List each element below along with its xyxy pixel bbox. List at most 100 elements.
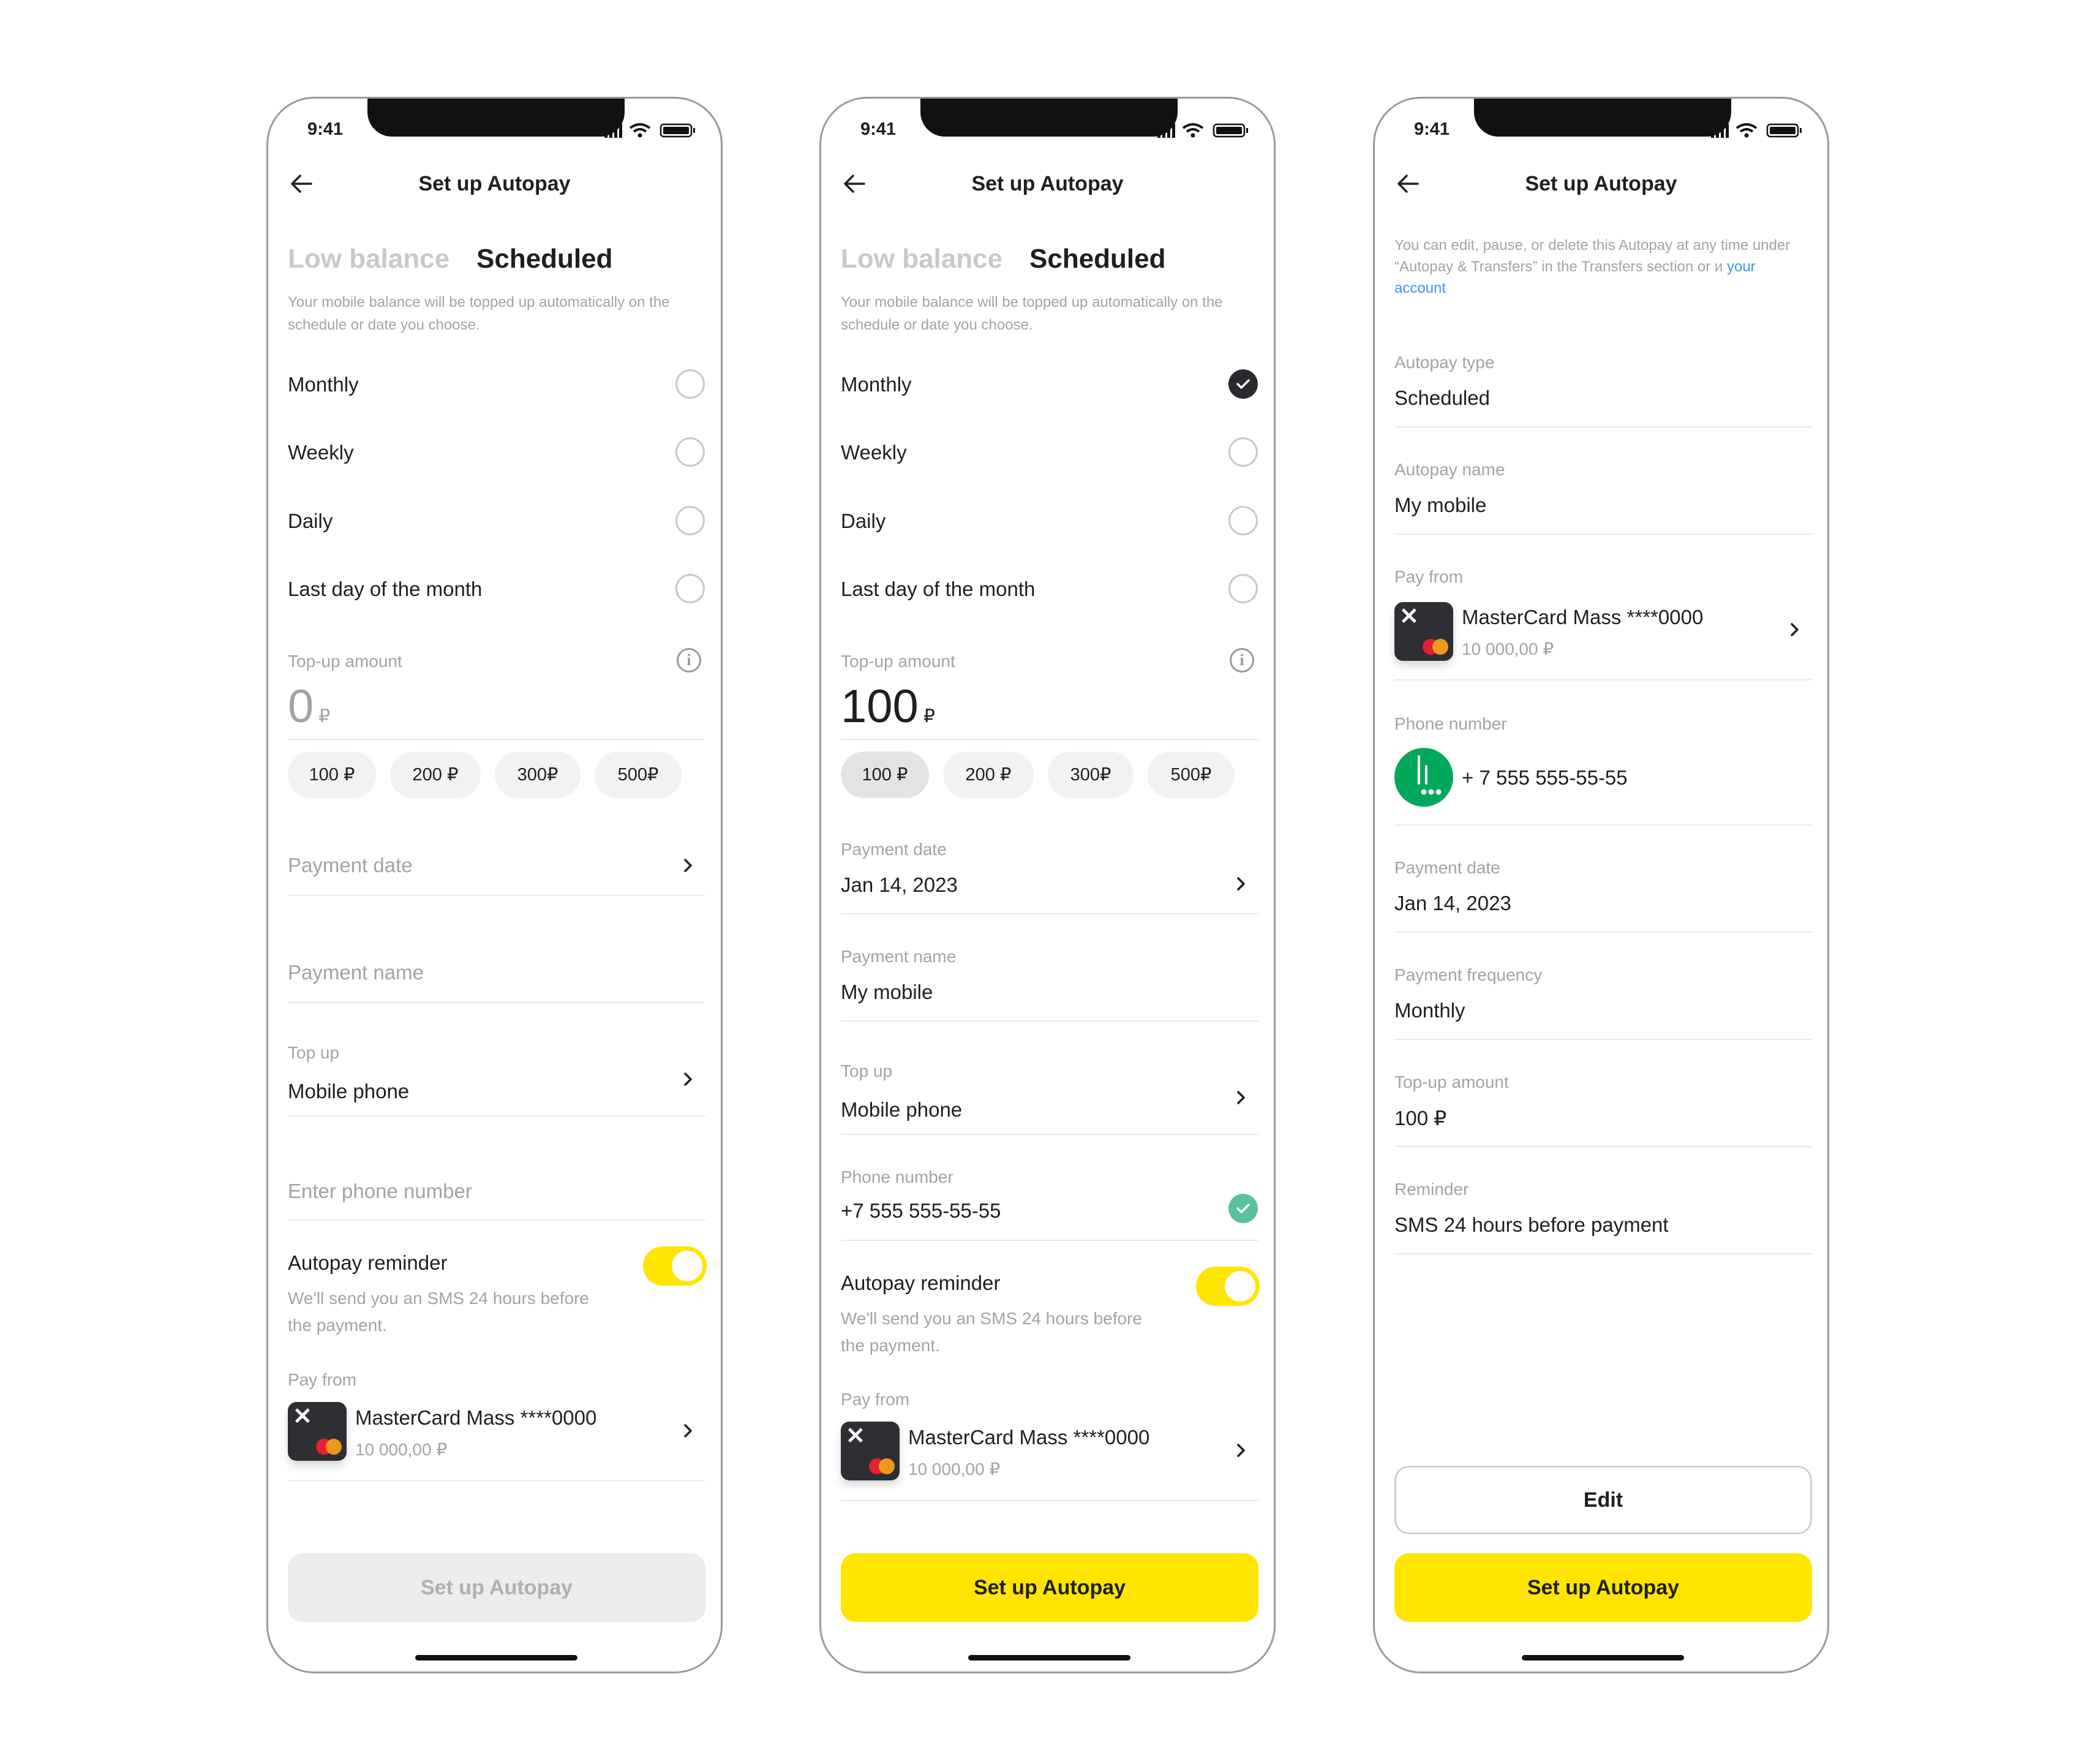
chip-500[interactable]: 500₽ [1148, 752, 1235, 798]
chip-500[interactable]: 500₽ [595, 752, 682, 798]
radio-last-day[interactable] [1228, 574, 1258, 603]
card-name[interactable]: MasterCard Mass ****0000 [355, 1406, 596, 1430]
phone-number-label: Phone number [1394, 714, 1507, 733]
checkmark-icon [1236, 379, 1250, 389]
payment-date-label: Payment date [841, 840, 947, 859]
status-icons [1711, 123, 1802, 138]
amount-input[interactable]: 100 ₽ [841, 684, 935, 740]
home-indicator [1522, 1655, 1684, 1660]
option-daily[interactable]: Daily [841, 510, 886, 533]
chevron-right-icon[interactable] [679, 1422, 697, 1440]
divider [1394, 1039, 1812, 1040]
status-time: 9:41 [1414, 119, 1450, 139]
chip-100[interactable]: 100 ₽ [288, 752, 376, 798]
reminder-toggle[interactable] [643, 1246, 707, 1286]
tab-description: Your mobile balance will be topped up au… [841, 294, 1223, 333]
chevron-right-icon[interactable] [1232, 1088, 1250, 1107]
radio-monthly-checked[interactable] [1228, 369, 1258, 399]
chip-200[interactable]: 200 ₽ [943, 752, 1034, 798]
chevron-right-icon[interactable] [1785, 620, 1803, 639]
phone-number-value[interactable]: +7 555 555-55-55 [841, 1199, 1001, 1223]
divider [841, 1134, 1258, 1135]
card-name[interactable]: MasterCard Mass ****0000 [908, 1426, 1149, 1449]
autopay-reminder-label: Autopay reminder [288, 1251, 448, 1274]
reminder-toggle[interactable] [1196, 1267, 1260, 1306]
topup-amount-value: 100 ₽ [1394, 1107, 1447, 1129]
option-monthly[interactable]: Monthly [841, 373, 912, 396]
page-title: Set up Autopay [1525, 172, 1677, 195]
payment-date-value[interactable]: Jan 14, 2023 [841, 873, 958, 897]
radio-monthly[interactable] [675, 369, 705, 399]
divider [288, 739, 705, 740]
phone-number-input[interactable]: Enter phone number [288, 1180, 472, 1203]
chip-300[interactable]: 300₽ [1048, 752, 1134, 798]
operator-logo-icon [1394, 748, 1453, 807]
autopay-name-label: Autopay name [1394, 460, 1505, 479]
status-icons [604, 123, 695, 138]
pay-from-label: Pay from [841, 1390, 910, 1409]
chevron-right-icon[interactable] [1232, 875, 1250, 893]
home-indicator [968, 1655, 1130, 1660]
option-daily[interactable]: Daily [288, 510, 333, 533]
amount-input[interactable]: 0 ₽ [288, 684, 330, 740]
payment-frequency-label: Payment frequency [1394, 965, 1543, 984]
page-title: Set up Autopay [418, 172, 571, 195]
divider [1394, 426, 1812, 428]
chip-200[interactable]: 200 ₽ [390, 752, 481, 798]
info-icon[interactable]: i [1230, 648, 1254, 673]
notch [1474, 99, 1731, 137]
divider [1394, 533, 1812, 535]
payment-name-value[interactable]: My mobile [841, 981, 933, 1004]
chevron-right-icon[interactable] [679, 1070, 697, 1088]
card-name[interactable]: MasterCard Mass ****0000 [1462, 606, 1703, 629]
divider [288, 895, 705, 896]
top-up-value[interactable]: Mobile phone [288, 1080, 409, 1103]
phone-number-label: Phone number [841, 1167, 953, 1186]
top-up-label: Top up [288, 1043, 340, 1062]
radio-weekly[interactable] [675, 437, 705, 467]
card-balance: 10 000,00 ₽ [355, 1440, 448, 1459]
radio-daily[interactable] [1228, 506, 1258, 535]
divider [288, 1115, 705, 1117]
tab-low-balance[interactable]: Low balance [288, 244, 449, 274]
autopay-type-label: Autopay type [1394, 353, 1495, 372]
setup-autopay-button[interactable]: Set up Autopay [1394, 1553, 1812, 1622]
payment-date-field[interactable]: Payment date [288, 854, 413, 877]
autopay-reminder-label: Autopay reminder [841, 1272, 1001, 1294]
chip-300[interactable]: 300₽ [495, 752, 581, 798]
payment-name-input[interactable]: Payment name [288, 961, 424, 984]
option-monthly[interactable]: Monthly [288, 373, 359, 396]
tab-scheduled[interactable]: Scheduled [476, 244, 613, 274]
chevron-right-icon[interactable] [679, 856, 697, 875]
divider [841, 1240, 1258, 1241]
edit-button[interactable]: Edit [1394, 1466, 1812, 1534]
setup-autopay-button[interactable]: Set up Autopay [841, 1553, 1258, 1622]
option-last-day[interactable]: Last day of the month [288, 578, 482, 601]
status-time: 9:41 [307, 119, 344, 139]
reminder-description: We'll send you an SMS 24 hours before th… [288, 1289, 589, 1335]
amount-value: 0 [288, 680, 314, 733]
radio-last-day[interactable] [675, 574, 705, 603]
pay-from-label: Pay from [1394, 567, 1464, 586]
divider [841, 1500, 1258, 1501]
option-weekly[interactable]: Weekly [841, 441, 907, 464]
chevron-right-icon[interactable] [1232, 1441, 1250, 1460]
phone-number-value: + 7 555 555-55-55 [1462, 766, 1628, 789]
radio-daily[interactable] [675, 506, 705, 535]
divider [288, 1480, 705, 1481]
top-up-value[interactable]: Mobile phone [841, 1098, 962, 1121]
notch [920, 99, 1178, 137]
option-weekly[interactable]: Weekly [288, 441, 354, 464]
setup-autopay-button[interactable]: Set up Autopay [288, 1553, 705, 1622]
chip-100-selected[interactable]: 100 ₽ [841, 752, 929, 798]
radio-weekly[interactable] [1228, 437, 1258, 467]
page-title: Set up Autopay [971, 172, 1124, 195]
info-icon[interactable]: i [677, 648, 701, 673]
tab-low-balance[interactable]: Low balance [841, 244, 1002, 274]
divider [1394, 679, 1812, 680]
card-icon: ✕ [1394, 602, 1453, 661]
status-icons [1157, 123, 1248, 138]
card-balance: 10 000,00 ₽ [908, 1460, 1001, 1479]
tab-scheduled[interactable]: Scheduled [1029, 244, 1166, 274]
option-last-day[interactable]: Last day of the month [841, 578, 1035, 601]
